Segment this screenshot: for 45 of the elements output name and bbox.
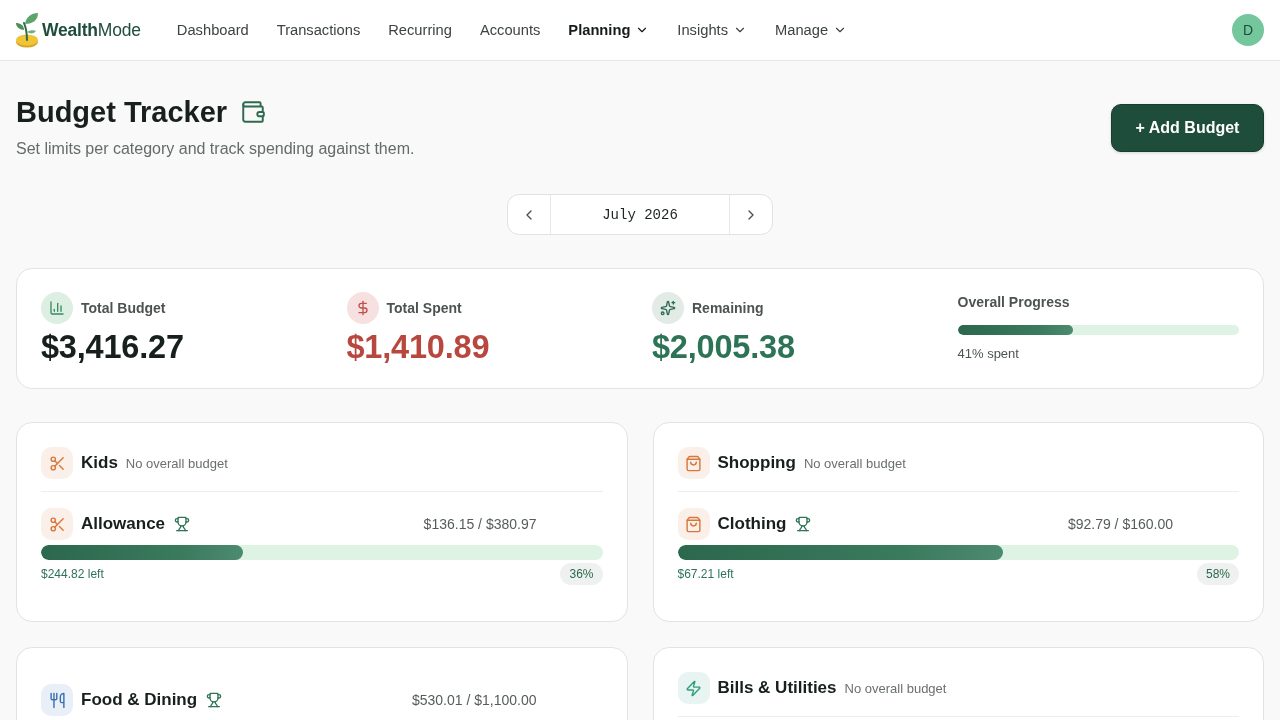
nav-link[interactable]: Manage <box>775 22 848 38</box>
category-note: No overall budget <box>125 455 228 471</box>
bar-chart-icon <box>41 292 73 324</box>
nav-link[interactable]: Recurring <box>388 22 452 38</box>
spent-of-limit: $530.01 / $1,100.00 <box>411 692 537 708</box>
trophy-icon <box>206 692 223 708</box>
category-name: Shopping <box>717 453 796 473</box>
stat-value: $1,410.89 <box>346 330 491 364</box>
nav-link[interactable]: Transactions <box>276 22 361 38</box>
brand-name[interactable]: WealthMode <box>42 19 141 41</box>
percent-pill: 36% <box>560 563 603 585</box>
stat-label: Total Budget <box>81 300 166 316</box>
category-name: Bills & Utilities <box>717 678 837 698</box>
sprout-coin-icon <box>15 12 41 48</box>
nav-link[interactable]: Planning <box>568 22 650 38</box>
category-name: Kids <box>81 453 118 473</box>
stat-label: Remaining <box>692 300 764 316</box>
spent-of-limit: $136.15 / $380.97 <box>423 516 537 532</box>
month-label: July 2026 <box>550 195 730 234</box>
budget-item-name: Allowance <box>81 514 166 534</box>
budget-item-name: Clothing <box>717 514 787 534</box>
progress-caption: 41% spent <box>957 345 1020 363</box>
add-budget-button[interactable]: + Add Budget <box>1111 104 1264 152</box>
remaining-amount: $67.21 left <box>677 567 734 581</box>
wallet-icon <box>240 99 267 125</box>
trophy-icon <box>795 516 812 532</box>
stat-label: Total Spent <box>386 300 462 316</box>
trophy-icon <box>174 516 191 532</box>
nav-link[interactable]: Dashboard <box>176 22 249 38</box>
page-title: Budget Tracker <box>16 95 228 129</box>
spent-of-limit: $92.79 / $160.00 <box>1067 516 1173 532</box>
nav-link[interactable]: Accounts <box>479 22 541 38</box>
category-note: No overall budget <box>803 455 906 471</box>
budget-item-name: Food & Dining <box>81 690 198 710</box>
nav-link[interactable]: Insights <box>677 22 747 38</box>
progress-label: Overall Progress <box>957 293 1071 312</box>
user-avatar[interactable]: D <box>1232 14 1264 46</box>
page-subtitle: Set limits per category and track spending against them. <box>16 139 415 159</box>
percent-pill: 58% <box>1196 563 1239 585</box>
sparkles-icon <box>652 292 684 324</box>
stat-value: $3,416.27 <box>41 330 185 364</box>
remaining-amount: $244.82 left <box>41 567 104 581</box>
dollar-sign-icon <box>346 292 379 324</box>
category-note: No overall budget <box>844 680 947 696</box>
stat-value: $2,005.38 <box>652 330 796 364</box>
